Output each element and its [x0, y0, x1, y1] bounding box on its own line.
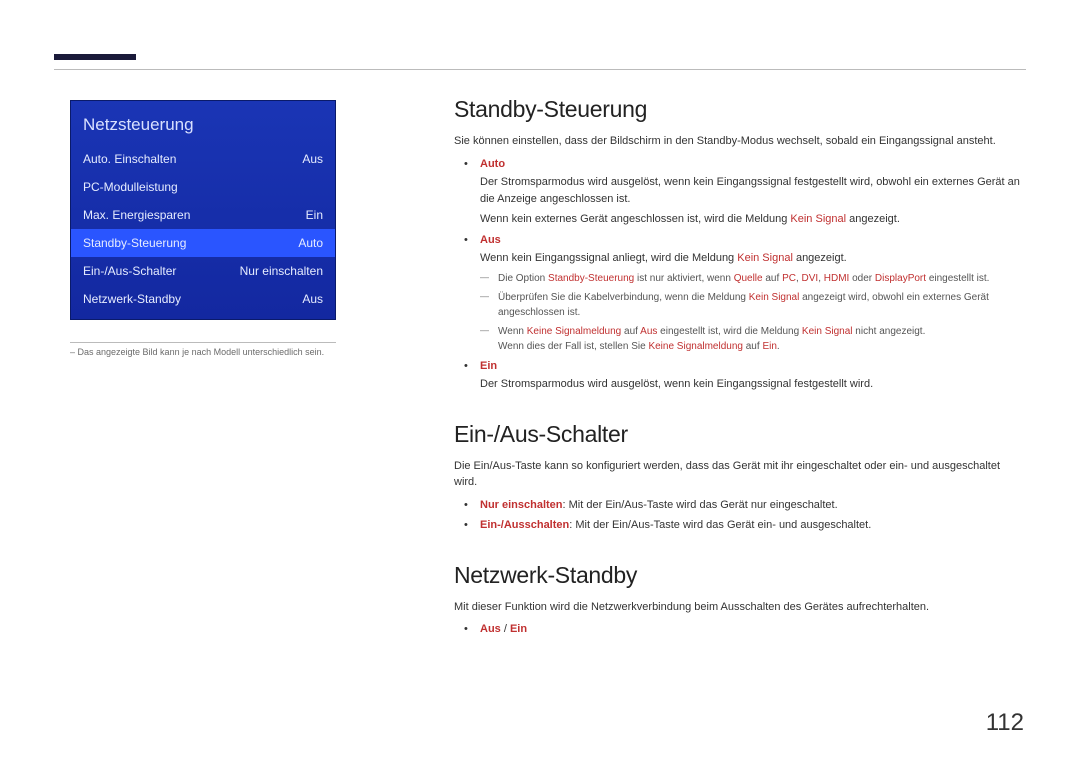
osd-menu-row-value: Ein	[306, 208, 323, 222]
osd-menu-title: Netzsteuerung	[71, 111, 335, 145]
bullet-list: Nur einschalten: Mit der Ein/Aus-Taste w…	[454, 497, 1026, 534]
osd-menu-row[interactable]: Standby-Steuerung Auto	[71, 229, 335, 257]
osd-menu-row[interactable]: Netzwerk-Standby Aus	[71, 285, 335, 313]
osd-menu-row[interactable]: PC-Modulleistung	[71, 173, 335, 201]
bullet-aus-ein: Aus / Ein	[480, 621, 1026, 638]
osd-menu-row-label: Max. Energiesparen	[83, 208, 190, 222]
dash-item: Überprüfen Sie die Kabelverbindung, wenn…	[498, 290, 1026, 320]
bullet-auto: Auto Der Stromsparmodus wird ausgelöst, …	[480, 156, 1026, 228]
section-standby-steuerung: Standby-Steuerung Sie können einstellen,…	[454, 96, 1026, 393]
section-title: Standby-Steuerung	[454, 96, 1026, 123]
left-column: Netzsteuerung Auto. Einschalten Aus PC-Mod…	[70, 100, 340, 359]
bullet-list: Auto Der Stromsparmodus wird ausgelöst, …	[454, 156, 1026, 393]
osd-menu-row-value: Nur einschalten	[240, 264, 323, 278]
bullet-text: Wenn kein externes Gerät angeschlossen i…	[480, 211, 1026, 228]
section-ein-aus-schalter: Ein-/Aus-Schalter Die Ein/Aus-Taste kann…	[454, 421, 1026, 534]
bullet-label: Auto	[480, 158, 505, 170]
dash-item: Wenn Keine Signalmeldung auf Aus eingest…	[498, 324, 1026, 354]
osd-menu-panel: Netzsteuerung Auto. Einschalten Aus PC-Mod…	[70, 100, 336, 320]
page-top-rule	[54, 69, 1026, 70]
osd-menu-row-value: Aus	[302, 292, 323, 306]
bullet-text: Der Stromsparmodus wird ausgelöst, wenn …	[480, 174, 1026, 207]
content-column: Standby-Steuerung Sie können einstellen,…	[454, 96, 1026, 666]
osd-menu-row-label: Auto. Einschalten	[83, 152, 176, 166]
section-intro: Mit dieser Funktion wird die Netzwerkver…	[454, 599, 1026, 616]
section-netzwerk-standby: Netzwerk-Standby Mit dieser Funktion wir…	[454, 562, 1026, 638]
bullet-aus: Aus Wenn kein Eingangssignal anliegt, wi…	[480, 232, 1026, 354]
bullet-label: Aus	[480, 234, 501, 246]
dash-list: Die Option Standby-Steuerung ist nur akt…	[480, 271, 1026, 354]
section-intro: Die Ein/Aus-Taste kann so konfiguriert w…	[454, 458, 1026, 491]
osd-menu-row-value: Aus	[302, 152, 323, 166]
osd-menu-row-label: Standby-Steuerung	[83, 236, 186, 250]
osd-menu-row[interactable]: Auto. Einschalten Aus	[71, 145, 335, 173]
section-title: Ein-/Aus-Schalter	[454, 421, 1026, 448]
bullet-ein-ausschalten: Ein-/Ausschalten: Mit der Ein/Aus-Taste …	[480, 517, 1026, 534]
bullet-list: Aus / Ein	[454, 621, 1026, 638]
osd-menu-row-label: Netzwerk-Standby	[83, 292, 181, 306]
chapter-marker	[54, 54, 136, 60]
bullet-label: Ein	[480, 360, 497, 372]
bullet-ein: Ein Der Stromsparmodus wird ausgelöst, w…	[480, 358, 1026, 393]
osd-menu-row-label: Ein-/Aus-Schalter	[83, 264, 176, 278]
osd-menu-row[interactable]: Ein-/Aus-Schalter Nur einschalten	[71, 257, 335, 285]
dash-item: Die Option Standby-Steuerung ist nur akt…	[498, 271, 1026, 286]
section-title: Netzwerk-Standby	[454, 562, 1026, 589]
osd-menu-row[interactable]: Max. Energiesparen Ein	[71, 201, 335, 229]
osd-menu-row-label: PC-Modulleistung	[83, 180, 178, 194]
model-note: – Das angezeigte Bild kann je nach Model…	[70, 342, 336, 359]
osd-menu-row-value: Auto	[298, 236, 323, 250]
page-number: 112	[986, 709, 1024, 737]
bullet-nur-einschalten: Nur einschalten: Mit der Ein/Aus-Taste w…	[480, 497, 1026, 514]
bullet-text: Wenn kein Eingangssignal anliegt, wird d…	[480, 250, 1026, 267]
bullet-text: Der Stromsparmodus wird ausgelöst, wenn …	[480, 376, 1026, 393]
osd-menu-rows: Auto. Einschalten Aus PC-Modulleistung Max.…	[71, 145, 335, 313]
section-intro: Sie können einstellen, dass der Bildschi…	[454, 133, 1026, 150]
